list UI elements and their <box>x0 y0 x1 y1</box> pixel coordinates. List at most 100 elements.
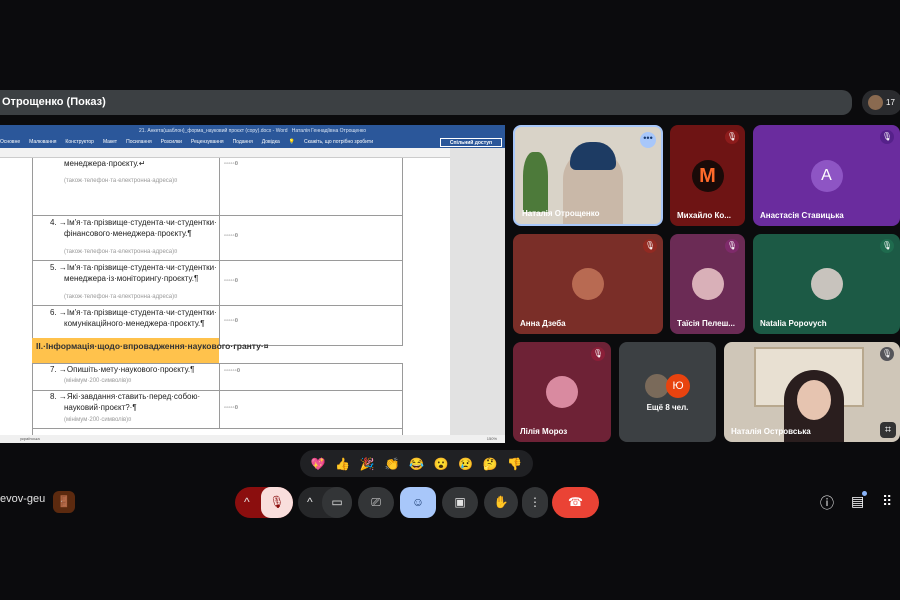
hang-up-icon: ☎ <box>568 495 583 509</box>
avatar: A <box>810 159 843 192</box>
participant-tile[interactable]: 🎙 Анна Дзеба <box>513 234 663 334</box>
zoom-level[interactable]: 150% <box>487 435 497 443</box>
mic-off-icon: 🎙 <box>643 239 657 253</box>
table-cell <box>219 363 403 391</box>
mic-off-icon: 🎙 <box>725 130 739 144</box>
document-page: менеджера·проєкту.↵ (також·телефон·та·ел… <box>0 158 450 435</box>
presentation-banner: Отрощенко (Показ) <box>0 90 852 115</box>
question-text: 5. →Ім'я·та·прізвище·студента·чи·студент… <box>50 263 217 272</box>
mic-toggle-button[interactable]: 🎙 <box>261 487 293 518</box>
more-options-icon[interactable]: ••• <box>640 132 656 148</box>
avatar <box>572 268 604 300</box>
tab-home[interactable]: Основне <box>0 139 20 145</box>
thumbs-up-reaction-icon[interactable]: 👍 <box>335 457 350 471</box>
raise-hand-button[interactable]: ✋ <box>484 487 518 518</box>
tab-view[interactable]: Подання <box>233 139 253 145</box>
question-text: науковий·проєкт?·¶ <box>64 403 137 412</box>
table-cell <box>219 305 403 346</box>
door-icon[interactable]: 🚪 <box>53 491 75 513</box>
answer-value[interactable]: ◦◦◦◦◦¤ <box>224 233 238 239</box>
hint-text: (також·телефон·та·електронна·адреса)¤ <box>64 294 178 300</box>
hint-text: (мінімум·200·символів)¤ <box>64 378 132 384</box>
surprised-reaction-icon[interactable]: 😮 <box>434 457 449 471</box>
thinking-reaction-icon[interactable]: 🤔 <box>483 457 498 471</box>
tab-review[interactable]: Рецензування <box>191 139 224 145</box>
info-icon[interactable]: ⓘ <box>820 493 834 513</box>
more-vert-icon: ⋮ <box>529 495 541 509</box>
participant-tile[interactable]: 🎙 Таїсія Пелеш... <box>670 234 745 334</box>
crop-icon[interactable]: ⌗ <box>880 422 896 438</box>
table-cell <box>219 158 403 216</box>
mic-off-icon: 🎙 <box>880 347 894 361</box>
participant-name: Анастасія Ставицька <box>760 211 844 220</box>
participant-tile[interactable]: 🎙 Natalia Popovych <box>753 234 900 334</box>
question-text: 4. →Ім'я·та·прізвище·студента·чи·студент… <box>50 218 217 227</box>
avatar <box>691 268 724 300</box>
participant-face <box>797 380 831 420</box>
apps-grid-icon[interactable]: ⠿ <box>882 493 892 510</box>
tab-mailings[interactable]: Розсилки <box>161 139 182 145</box>
plant-background <box>523 152 548 212</box>
avatar <box>546 376 578 408</box>
captions-button[interactable]: ▣ <box>442 487 478 518</box>
avatar: Ю <box>666 374 690 398</box>
participant-name: Михайло Ко... <box>677 211 731 220</box>
avatar <box>868 95 883 110</box>
mic-off-icon: 🎙 <box>591 347 605 361</box>
more-options-button[interactable]: ⋮ <box>522 487 548 518</box>
end-call-button[interactable]: ☎ <box>552 487 599 518</box>
table-cell <box>219 390 403 429</box>
participants-button[interactable]: 17 <box>862 90 900 115</box>
mic-off-icon: 🎙 <box>269 495 285 509</box>
party-reaction-icon[interactable]: 🎉 <box>360 457 375 471</box>
tab-layout[interactable]: Макет <box>103 139 117 145</box>
sad-reaction-icon[interactable]: 😢 <box>458 457 473 471</box>
question-text: 8. →Які·завдання·ставить·перед·собою· <box>50 392 201 401</box>
question-text: менеджера·проєкту.↵ <box>64 159 146 168</box>
present-icon: ⎚ <box>371 495 381 509</box>
heart-reaction-icon[interactable]: 💖 <box>311 457 326 471</box>
question-text: менеджера·із·моніторингу·проєкту.¶ <box>64 274 199 283</box>
tell-me-search[interactable]: Скажіть, що потрібно зробити <box>304 139 373 145</box>
tab-help[interactable]: Довідка <box>262 139 280 145</box>
scroll-area[interactable] <box>450 148 505 435</box>
participant-tile[interactable]: 🎙 M Михайло Ко... <box>670 125 745 226</box>
mic-icon: 🎙 <box>880 239 894 253</box>
participant-tile[interactable]: 🎙 A Анастасія Ставицька <box>753 125 900 226</box>
chevron-up-icon: ^ <box>307 495 313 509</box>
camera-toggle-button[interactable]: ▭ <box>322 487 352 518</box>
thumbs-down-reaction-icon[interactable]: 👎 <box>507 457 522 471</box>
clap-reaction-icon[interactable]: 👏 <box>384 457 399 471</box>
tab-references[interactable]: Посилання <box>126 139 152 145</box>
answer-value[interactable]: ◦◦◦◦◦¤ <box>224 405 238 411</box>
word-ribbon-tabs: Основне Малювання Конструктор Макет Посиланн… <box>0 137 505 148</box>
tab-draw[interactable]: Малювання <box>29 139 56 145</box>
chevron-up-icon: ^ <box>244 495 250 509</box>
participant-tile[interactable]: 🎙 Лілія Мороз <box>513 342 611 442</box>
participant-tile[interactable]: ••• Наталія Отрощенко <box>513 125 663 226</box>
tab-design[interactable]: Конструктор <box>65 139 94 145</box>
answer-value[interactable]: ◦◦◦◦◦◦¤ <box>224 368 240 374</box>
participant-tile[interactable]: 🎙 ⌗ Наталія Островська <box>724 342 900 442</box>
answer-value[interactable]: ◦◦◦◦◦¤ <box>224 161 238 167</box>
emoji-button[interactable]: ☺ <box>400 487 436 518</box>
question-text: 6. →Ім'я·та·прізвище·студента·чи·студент… <box>50 308 217 317</box>
answer-value[interactable]: ◦◦◦◦◦¤ <box>224 278 238 284</box>
participant-name: Лілія Мороз <box>520 427 568 436</box>
answer-value[interactable]: ◦◦◦◦◦¤ <box>224 318 238 324</box>
question-text: комунікаційного·менеджера·проєкту.¶ <box>64 319 205 328</box>
participant-name: Наталія Отрощенко <box>522 209 600 218</box>
notification-dot <box>862 491 867 496</box>
hint-text: (також·телефон·та·електронна·адреса)¤ <box>64 249 178 255</box>
word-title-bar: 21. Анкета(шаблон)_форма_науковий проєкт… <box>0 125 505 137</box>
present-screen-button[interactable]: ⎚ <box>358 487 394 518</box>
participant-hair <box>570 142 616 170</box>
share-button[interactable]: Спільний доступ <box>440 138 502 147</box>
hint-text: (мінімум·200·символів)¤ <box>64 417 132 423</box>
more-participants-tile[interactable]: Ю Ещё 8 чел. <box>619 342 716 442</box>
status-bar: українська 150% <box>0 435 505 443</box>
laugh-reaction-icon[interactable]: 😂 <box>409 457 424 471</box>
hand-icon: ✋ <box>493 495 509 509</box>
participant-name: Таїсія Пелеш... <box>677 319 735 328</box>
document-title: 21. Анкета(шаблон)_форма_науковий проєкт… <box>139 128 288 134</box>
